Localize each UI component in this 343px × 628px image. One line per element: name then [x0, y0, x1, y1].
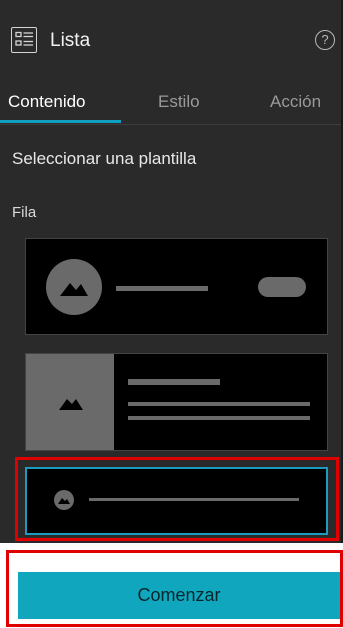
- start-button[interactable]: Comenzar: [18, 572, 340, 619]
- subsection-label: Fila: [12, 204, 37, 221]
- template-option-2[interactable]: [25, 353, 328, 451]
- list-icon: [11, 27, 37, 53]
- help-icon[interactable]: ?: [315, 30, 335, 50]
- list-settings-panel: Lista ? Contenido Estilo Acción Seleccio…: [0, 0, 343, 543]
- tab-estilo[interactable]: Estilo: [158, 92, 200, 112]
- tab-contenido[interactable]: Contenido: [8, 92, 86, 112]
- panel-header: Lista ?: [0, 0, 341, 84]
- section-title: Seleccionar una plantilla: [12, 149, 197, 168]
- active-tab-indicator: [0, 120, 121, 123]
- tab-divider: [0, 124, 341, 125]
- template-option-3[interactable]: [25, 467, 328, 535]
- tab-accion[interactable]: Acción: [270, 92, 321, 112]
- tab-bar: Contenido Estilo Acción: [0, 84, 341, 124]
- template-option-1[interactable]: [25, 238, 328, 335]
- image-placeholder-icon: [46, 259, 102, 315]
- panel-title: Lista: [50, 30, 91, 51]
